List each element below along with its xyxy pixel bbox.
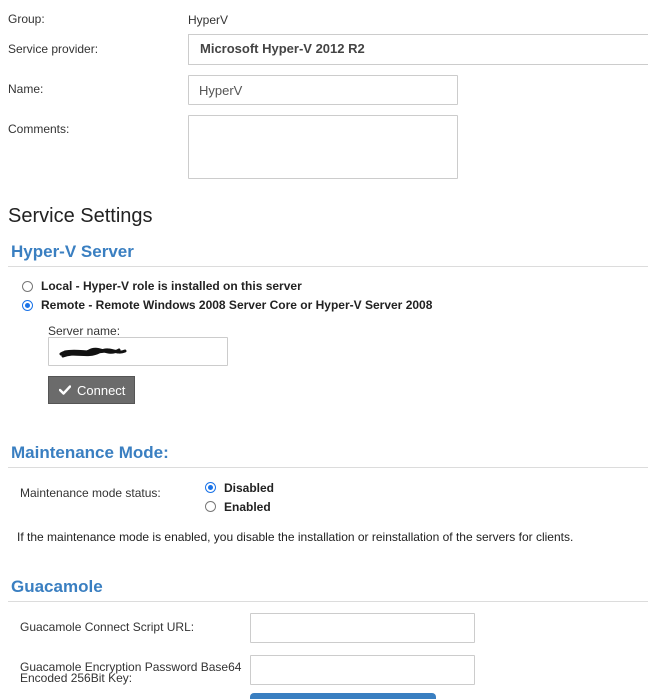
group-value: HyperV	[188, 13, 229, 27]
guacamole-key-label: Guacamole Encryption Password Base64 Enc…	[20, 661, 241, 685]
radio-maintenance-disabled-label[interactable]: Disabled	[224, 481, 274, 495]
service-settings-title: Service Settings	[8, 205, 153, 227]
radio-maintenance-enabled-label[interactable]: Enabled	[224, 500, 271, 514]
server-name-input[interactable]	[48, 337, 228, 366]
guacamole-key-input[interactable]	[250, 655, 475, 685]
name-input[interactable]	[188, 75, 458, 105]
radio-local[interactable]	[22, 281, 33, 292]
maintenance-status-label: Maintenance mode status:	[20, 486, 161, 500]
hyperv-server-divider	[8, 266, 648, 267]
radio-local-label[interactable]: Local - Hyper-V role is installed on thi…	[41, 279, 302, 293]
redacted-scribble	[59, 347, 127, 358]
radio-maintenance-disabled[interactable]	[205, 482, 216, 493]
check-icon	[59, 385, 71, 395]
radio-remote[interactable]	[22, 300, 33, 311]
guacamole-divider	[8, 601, 648, 602]
guacamole-script-url-label: Guacamole Connect Script URL:	[20, 620, 195, 634]
hyperv-server-heading: Hyper-V Server	[11, 242, 134, 261]
connect-button-label: Connect	[77, 382, 126, 398]
radio-maintenance-enabled[interactable]	[205, 501, 216, 512]
maintenance-divider	[8, 467, 648, 468]
connect-button[interactable]: Connect	[48, 376, 135, 404]
save-button-partial[interactable]	[250, 693, 436, 699]
maintenance-note: If the maintenance mode is enabled, you …	[17, 530, 574, 544]
guacamole-heading: Guacamole	[11, 577, 103, 596]
radio-remote-label[interactable]: Remote - Remote Windows 2008 Server Core…	[41, 298, 432, 312]
group-label: Group:	[8, 12, 45, 26]
maintenance-mode-heading: Maintenance Mode:	[11, 443, 169, 462]
comments-label: Comments:	[8, 122, 70, 136]
server-name-label: Server name:	[48, 324, 121, 338]
name-label: Name:	[8, 82, 44, 96]
comments-textarea[interactable]	[188, 115, 458, 179]
guacamole-key-label-line2: Encoded 256Bit Key:	[20, 671, 133, 685]
service-provider-label: Service provider:	[8, 42, 99, 56]
service-provider-select[interactable]: Microsoft Hyper-V 2012 R2	[188, 34, 648, 65]
guacamole-script-url-input[interactable]	[250, 613, 475, 643]
